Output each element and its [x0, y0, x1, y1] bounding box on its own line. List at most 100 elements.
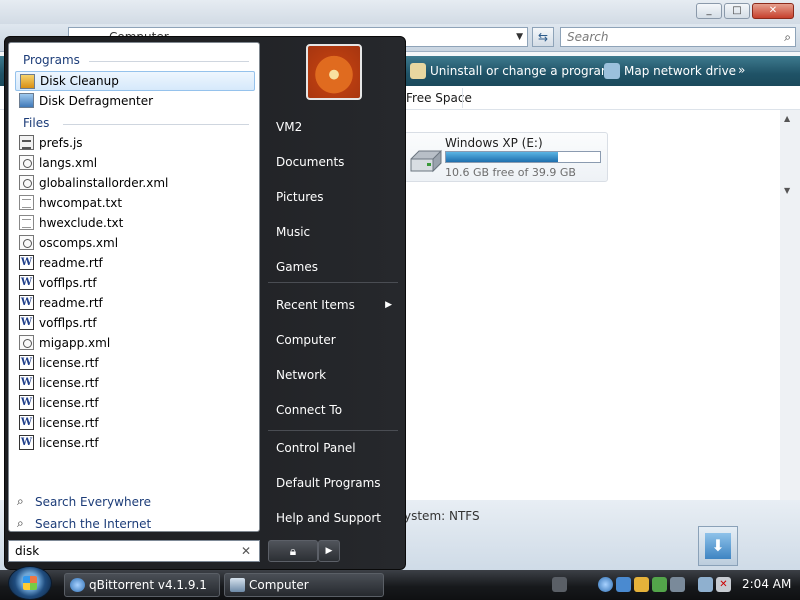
network-tray-icon[interactable] — [616, 577, 631, 592]
file-result-item[interactable]: Wvofflps.rtf — [15, 273, 255, 293]
file-label: hwcompat.txt — [39, 196, 123, 210]
lock-button[interactable]: 🔒︎ — [268, 540, 318, 562]
start-menu-computer[interactable]: Computer — [268, 325, 398, 355]
file-result-item[interactable]: globalinstallorder.xml — [15, 173, 255, 193]
map-network-drive-button[interactable]: Map network drive — [604, 63, 736, 79]
shutdown-options-button[interactable]: ▶ — [318, 540, 340, 562]
start-menu-default-programs[interactable]: Default Programs — [268, 468, 398, 498]
file-result-item[interactable]: Wreadme.rtf — [15, 293, 255, 313]
minimize-button[interactable]: _ — [696, 3, 722, 19]
vertical-scrollbar[interactable]: ▲ ▼ — [780, 110, 800, 500]
place-label: Games — [276, 260, 318, 274]
user-picture[interactable] — [306, 44, 362, 100]
file-result-item[interactable]: hwexclude.txt — [15, 213, 255, 233]
search-icon[interactable]: ⌕ — [784, 28, 791, 46]
place-label: Music — [276, 225, 311, 239]
taskbar-label: qBittorrent v4.1.9.1 — [89, 578, 207, 592]
search-everywhere-link[interactable]: ⌕ Search Everywhere — [17, 494, 151, 509]
file-label: migapp.xml — [39, 336, 111, 350]
place-label: Network — [276, 368, 327, 382]
place-label: Computer — [276, 333, 336, 347]
search-internet-link[interactable]: ⌕ Search the Internet — [17, 516, 151, 531]
clock[interactable]: 2:04 AM — [742, 577, 791, 591]
file-result-item[interactable]: Wreadme.rtf — [15, 253, 255, 273]
start-menu-recent-items[interactable]: Recent Items ▶ — [268, 290, 398, 320]
file-label: oscomps.xml — [39, 236, 119, 250]
hard-drive-icon — [410, 149, 442, 173]
file-label: license.rtf — [39, 396, 99, 410]
xml-file-icon — [19, 175, 34, 190]
file-result-item[interactable]: Wlicense.rtf — [15, 373, 255, 393]
network-status-icon[interactable] — [698, 577, 713, 592]
volume-muted-icon[interactable]: ✕ — [716, 577, 731, 592]
place-label: Default Programs — [276, 476, 381, 490]
file-label: license.rtf — [39, 436, 99, 450]
uninstall-label: Uninstall or change a program — [430, 64, 613, 78]
file-result-item[interactable]: Wvofflps.rtf — [15, 313, 255, 333]
maximize-button[interactable]: □ — [724, 3, 750, 19]
taskbar-computer[interactable]: Computer — [224, 573, 384, 597]
start-menu-music[interactable]: Music — [268, 217, 398, 247]
start-menu-control-panel[interactable]: Control Panel — [268, 433, 398, 463]
column-divider — [462, 88, 463, 108]
start-search-value: disk — [15, 544, 40, 558]
monitor-tray-icon[interactable] — [670, 577, 685, 592]
chevron-down-icon[interactable]: ▼ — [516, 28, 523, 46]
place-label: Recent Items — [276, 298, 355, 312]
uninstall-program-button[interactable]: Uninstall or change a program — [410, 63, 613, 79]
xml-file-icon — [19, 335, 34, 350]
place-label: Control Panel — [276, 441, 356, 455]
file-label: license.rtf — [39, 376, 99, 390]
start-search-input[interactable]: disk ✕ — [8, 540, 260, 562]
start-menu-help-and-support[interactable]: Help and Support — [268, 503, 398, 533]
file-result-item[interactable]: Wlicense.rtf — [15, 433, 255, 453]
file-label: hwexclude.txt — [39, 216, 124, 230]
start-button[interactable] — [8, 566, 52, 600]
refresh-icon[interactable]: ⇆ — [532, 27, 554, 47]
file-result-item[interactable]: migapp.xml — [15, 333, 255, 353]
program-disk-defragmenter[interactable]: Disk Defragmenter — [15, 91, 255, 111]
rtf-file-icon: W — [19, 395, 34, 410]
place-label: Connect To — [276, 403, 343, 417]
drive-tile[interactable]: Windows XP (E:) 10.6 GB free of 39.9 GB — [404, 132, 608, 182]
file-result-item[interactable]: Wlicense.rtf — [15, 393, 255, 413]
place-label: VM2 — [276, 120, 303, 134]
arrow-right-icon: ▶ — [325, 546, 333, 556]
place-label: Help and Support — [276, 511, 381, 525]
search-input[interactable]: Search ⌕ — [560, 27, 796, 47]
clear-icon[interactable]: ✕ — [241, 541, 251, 561]
rtf-file-icon: W — [19, 375, 34, 390]
start-menu-results: Programs Disk Cleanup Disk Defragmenter … — [8, 42, 260, 532]
file-result-item[interactable]: Wlicense.rtf — [15, 413, 255, 433]
file-label: vofflps.rtf — [39, 316, 97, 330]
start-menu-games[interactable]: Games — [268, 252, 398, 282]
start-menu-network[interactable]: Network — [268, 360, 398, 390]
file-result-item[interactable]: Wlicense.rtf — [15, 353, 255, 373]
place-label: Pictures — [276, 190, 324, 204]
network-drive-icon — [604, 63, 620, 79]
program-label: Disk Cleanup — [40, 74, 119, 88]
title-bar: _ □ ✕ — [0, 0, 800, 24]
qbittorrent-tray-icon[interactable] — [598, 577, 613, 592]
file-result-item[interactable]: prefs.js — [15, 133, 255, 153]
windows-logo-icon — [23, 576, 37, 590]
start-menu-pictures[interactable]: Pictures — [268, 182, 398, 212]
scroll-down-icon[interactable]: ▼ — [784, 186, 790, 195]
start-menu-vm2[interactable]: VM2 — [268, 112, 398, 142]
search-placeholder: Search — [567, 30, 609, 44]
start-menu-documents[interactable]: Documents — [268, 147, 398, 177]
file-result-item[interactable]: oscomps.xml — [15, 233, 255, 253]
file-result-item[interactable]: hwcompat.txt — [15, 193, 255, 213]
file-result-item[interactable]: langs.xml — [15, 153, 255, 173]
folder-tray-icon[interactable] — [634, 577, 649, 592]
rtf-file-icon: W — [19, 355, 34, 370]
more-commands-button[interactable]: » — [738, 63, 745, 77]
program-disk-cleanup[interactable]: Disk Cleanup — [15, 71, 255, 91]
taskbar-qbittorrent[interactable]: qBittorrent v4.1.9.1 — [64, 573, 220, 597]
scroll-up-icon[interactable]: ▲ — [784, 114, 790, 123]
drive-usage-fill — [446, 152, 559, 162]
close-button[interactable]: ✕ — [752, 3, 794, 19]
security-tray-icon[interactable] — [652, 577, 667, 592]
start-menu-connect-to[interactable]: Connect To — [268, 395, 398, 425]
keyboard-icon[interactable] — [552, 577, 567, 592]
